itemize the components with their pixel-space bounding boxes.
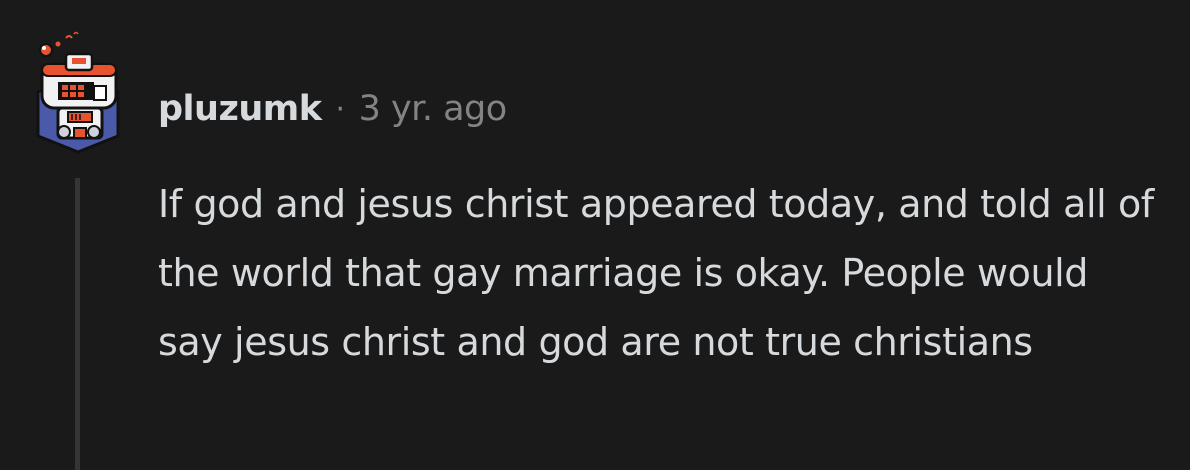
- user-avatar[interactable]: [28, 28, 128, 154]
- comment-text: If god and jesus christ appeared today, …: [158, 182, 1154, 364]
- comment-header: pluzumk · 3 yr. ago: [158, 86, 507, 132]
- robot-avatar-icon: [36, 31, 120, 154]
- comment-timestamp[interactable]: 3 yr. ago: [359, 89, 508, 129]
- meta-separator: ·: [335, 91, 346, 127]
- thread-collapse-line[interactable]: [75, 178, 80, 470]
- username-link[interactable]: pluzumk: [158, 89, 322, 129]
- comment-body: If god and jesus christ appeared today, …: [158, 170, 1158, 377]
